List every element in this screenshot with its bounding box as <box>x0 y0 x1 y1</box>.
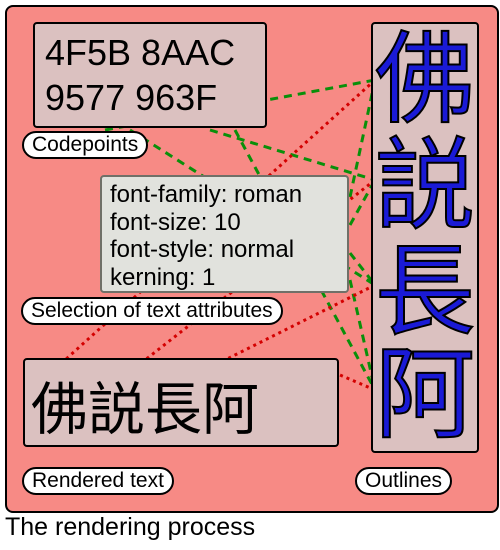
diagram-caption: The rendering process <box>5 513 255 542</box>
outline-glyph: 佛 <box>375 30 475 130</box>
outlines-label: Outlines <box>355 467 452 495</box>
rendered-text: 佛説長阿 <box>31 378 259 442</box>
attr-line: font-size: 10 <box>110 209 339 237</box>
outline-glyph: 説 <box>375 136 475 236</box>
diagram-container: 4F5B 8AAC 9577 963F font-family: roman f… <box>0 0 500 550</box>
attr-line: font-family: roman <box>110 181 339 209</box>
codepoint-line: 9577 963F <box>45 75 255 120</box>
attr-line: kerning: 1 <box>110 264 339 292</box>
rendered-text-box: 佛説長阿 <box>23 358 339 447</box>
outline-glyph: 阿 <box>375 345 475 445</box>
outlines-box: 佛 説 長 阿 <box>371 22 479 453</box>
codepoint-line: 4F5B 8AAC <box>45 30 255 75</box>
attributes-box: font-family: roman font-size: 10 font-st… <box>100 175 349 293</box>
attributes-label: Selection of text attributes <box>21 297 283 325</box>
outline-glyph: 長 <box>375 242 475 342</box>
attr-line: font-style: normal <box>110 236 339 264</box>
codepoints-box: 4F5B 8AAC 9577 963F <box>33 22 267 128</box>
codepoints-label: Codepoints <box>22 131 148 159</box>
rendered-label: Rendered text <box>22 467 174 495</box>
